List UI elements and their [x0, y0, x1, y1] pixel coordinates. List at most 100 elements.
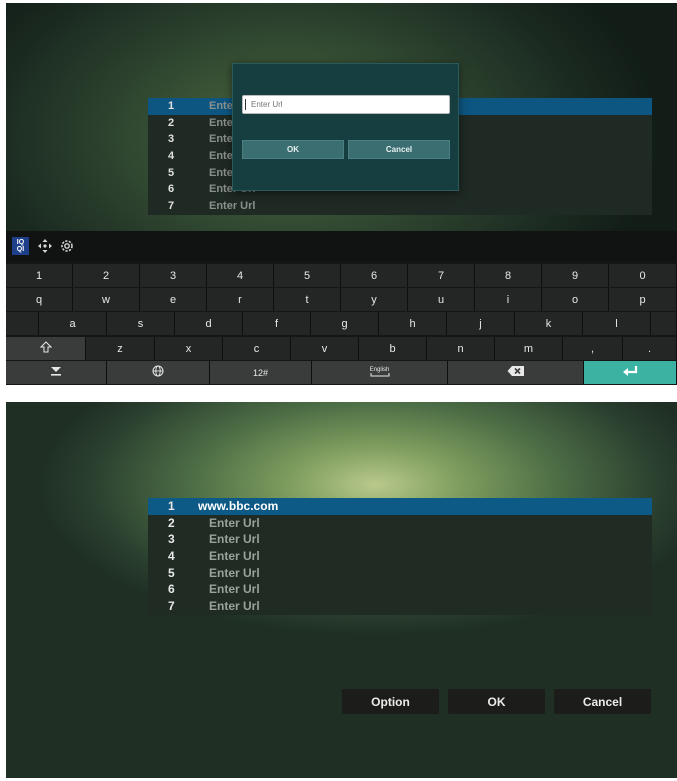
key-z[interactable]: z — [86, 337, 155, 360]
list-item[interactable]: 3 Enter Url — [148, 531, 652, 548]
cancel-button[interactable]: Cancel — [554, 689, 651, 714]
key-v[interactable]: v — [291, 337, 359, 360]
key-comma[interactable]: , — [563, 337, 623, 360]
key-i[interactable]: i — [475, 288, 542, 311]
option-button[interactable]: Option — [342, 689, 439, 714]
space-key[interactable]: English — [312, 361, 448, 384]
shift-key[interactable] — [6, 337, 86, 360]
row-url: Enter Url — [209, 200, 256, 212]
key-p[interactable]: p — [609, 288, 677, 311]
key-0[interactable]: 0 — [609, 264, 677, 287]
key-c[interactable]: c — [223, 337, 291, 360]
key-period[interactable]: . — [623, 337, 677, 360]
row-number: 5 — [168, 167, 175, 179]
symbols-key[interactable]: 12# — [210, 361, 312, 384]
enter-key[interactable] — [584, 361, 677, 384]
space-bar-icon — [370, 372, 390, 379]
key-o[interactable]: o — [542, 288, 609, 311]
list-item[interactable]: 4 Enter Url — [148, 548, 652, 565]
key-s[interactable]: s — [107, 312, 175, 335]
url-input[interactable] — [242, 95, 450, 114]
row-url: Enter Url — [209, 566, 260, 580]
backspace-key[interactable] — [448, 361, 584, 384]
row-number: 1 — [168, 499, 175, 513]
key-m[interactable]: m — [495, 337, 563, 360]
key-3[interactable]: 3 — [140, 264, 207, 287]
move-icon[interactable] — [36, 237, 54, 255]
row-number: 6 — [168, 183, 175, 195]
settings-gear-icon[interactable] — [58, 237, 76, 255]
ok-button[interactable]: OK — [448, 689, 545, 714]
row-url: Ente — [209, 133, 233, 145]
row-number: 3 — [168, 532, 175, 546]
key-h[interactable]: h — [379, 312, 447, 335]
row-number: 6 — [168, 582, 175, 596]
row-url: Ente — [209, 117, 233, 129]
key-n[interactable]: n — [427, 337, 495, 360]
row-number: 2 — [168, 516, 175, 530]
list-item[interactable]: 2 Enter Url — [148, 515, 652, 532]
key-t[interactable]: t — [274, 288, 341, 311]
key-j[interactable]: j — [447, 312, 515, 335]
row-number: 5 — [168, 566, 175, 580]
key-d[interactable]: d — [175, 312, 243, 335]
list-item[interactable]: 7 Enter Url — [148, 198, 652, 215]
keyboard-toolbar: IQ QI — [6, 231, 677, 261]
hide-keyboard-key[interactable] — [6, 361, 107, 384]
key-4[interactable]: 4 — [207, 264, 274, 287]
key-8[interactable]: 8 — [475, 264, 542, 287]
url-edit-screen: 1 Ente 2 Ente 3 Ente 4 Ente 5 Ente 6 Enter Url… — [6, 3, 677, 385]
key-1[interactable]: 1 — [6, 264, 73, 287]
enter-icon — [622, 365, 638, 380]
key-a[interactable]: a — [39, 312, 107, 335]
row-url: Enter Url — [209, 532, 260, 546]
globe-icon — [152, 365, 164, 380]
cancel-button[interactable]: Cancel — [348, 140, 450, 159]
row-url: Enter Url — [209, 599, 260, 613]
row-url: Ente — [209, 167, 233, 179]
key-spacer-right — [651, 312, 677, 335]
logo-text-top: IQ — [16, 239, 25, 246]
key-l[interactable]: l — [583, 312, 651, 335]
key-6[interactable]: 6 — [341, 264, 408, 287]
enter-url-dialog: OK Cancel — [232, 63, 459, 191]
key-y[interactable]: y — [341, 288, 408, 311]
row-url: Enter Url — [209, 549, 260, 563]
list-item[interactable]: 5 Enter Url — [148, 565, 652, 582]
key-e[interactable]: e — [140, 288, 207, 311]
key-k[interactable]: k — [515, 312, 583, 335]
row-number: 7 — [168, 599, 175, 613]
backspace-icon — [507, 365, 525, 380]
list-item[interactable]: 1 www.bbc.com — [148, 498, 652, 515]
key-spacer-left — [6, 312, 39, 335]
row-url: Ente — [209, 150, 233, 162]
key-5[interactable]: 5 — [274, 264, 341, 287]
text-caret — [245, 99, 246, 110]
row-url: Ente — [209, 100, 233, 112]
key-g[interactable]: g — [311, 312, 379, 335]
key-r[interactable]: r — [207, 288, 274, 311]
onscreen-keyboard: IQ QI 1 2 3 4 5 6 7 8 9 0 q w e r t y u … — [6, 231, 677, 385]
ok-button[interactable]: OK — [242, 140, 344, 159]
key-b[interactable]: b — [359, 337, 427, 360]
row-number: 4 — [168, 549, 175, 563]
row-number: 1 — [168, 100, 175, 112]
key-u[interactable]: u — [408, 288, 475, 311]
key-w[interactable]: w — [73, 288, 140, 311]
keyboard-logo-icon[interactable]: IQ QI — [12, 237, 29, 255]
url-list-screen: 1 www.bbc.com 2 Enter Url 3 Enter Url 4 Ente… — [6, 402, 677, 778]
key-x[interactable]: x — [155, 337, 223, 360]
language-globe-key[interactable] — [107, 361, 210, 384]
row-number: 7 — [168, 200, 175, 212]
row-url: Enter Url — [209, 516, 260, 530]
key-7[interactable]: 7 — [408, 264, 475, 287]
key-f[interactable]: f — [243, 312, 311, 335]
key-q[interactable]: q — [6, 288, 73, 311]
hide-keyboard-icon — [50, 366, 62, 379]
list-item[interactable]: 6 Enter Url — [148, 581, 652, 598]
key-2[interactable]: 2 — [73, 264, 140, 287]
list-item[interactable]: 7 Enter Url — [148, 598, 652, 615]
row-number: 3 — [168, 133, 175, 145]
keyboard-row-z: z x c v b n m , . — [6, 337, 677, 360]
key-9[interactable]: 9 — [542, 264, 609, 287]
